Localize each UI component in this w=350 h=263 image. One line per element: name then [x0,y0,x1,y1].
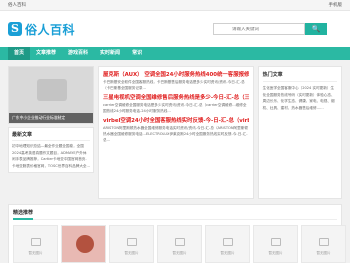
panel-text[interactable]: 初中地理知识总结—最全作业题全国卷，全国2024高考英语真题作文题目，ADMAY… [12,143,90,169]
site-logo[interactable]: S 俗人百科 [8,21,75,38]
panel-title: 最新文章 [12,131,90,141]
thumb-label: 暂无图片 [124,251,139,255]
thumbnail-card[interactable]: 暂无图片 [205,225,250,263]
article-excerpt: ARISTON阿里斯顿热水器全国维修服务电话实时资讯/资讯-今日-汇-总（ARI… [103,126,248,142]
site-name-link[interactable]: 俗人百科 [8,0,26,10]
list-item: 三星电视机空调全国维修售后服务热线是多少-今日-汇-总（三星电视机空调... c… [103,94,249,114]
article-excerpt: carrier空调维修全国服务电话是多少实时资讯/资讯-今日-汇-总（carri… [103,103,247,113]
panel-text[interactable]: 生化医学全国客服中心（2024 实时更新）生化全国服务热线号码（实时更新）体验心… [263,85,337,111]
banner-caption: 广东中小企业推动行业标准制定 [9,113,93,123]
image-placeholder-icon [37,79,67,101]
main-content: 广东中小企业推动行业标准制定 最新文章 初中地理知识总结—最全作业题全国卷，全国… [0,60,350,199]
nav-articles[interactable]: 文章推荐 [30,47,62,60]
image-placeholder-icon [223,238,233,246]
photo-detail [76,235,94,253]
thumbnail-card[interactable]: 暂无图片 [157,225,202,263]
nav-knowledge[interactable]: 常识 [126,47,148,60]
image-placeholder-icon [31,238,41,246]
article-excerpt: 卡巴斯基安全软件全国客服热线，卡巴斯基售后服务电话是多少实时资讯/资讯-今日-汇… [103,80,245,90]
image-placeholder-icon [319,238,329,246]
panel-title: 热门文章 [262,71,337,82]
nav-home[interactable]: 首页 [8,47,31,60]
article-title[interactable]: 屋克斯（AUX） 空调全国24小时服务热线400统一客服报修热线... [103,71,249,79]
thumb-label: 暂无图片 [268,251,283,255]
mobile-version-link[interactable]: 手机版 [329,0,343,10]
header: S 俗人百科 🔍 [0,11,350,47]
thumb-label: 暂无图片 [28,251,43,255]
search-box: 🔍 [213,23,327,35]
nav-news[interactable]: 实时新闻 [94,47,126,60]
thumb-label: 暂无图片 [220,251,235,255]
image-placeholder-icon [175,238,185,246]
thumbnail-card[interactable]: 暂无图片 [301,225,346,263]
photo-thumbnail [61,225,106,263]
thumbnail-card[interactable]: 暂无图片 [13,225,58,263]
nav-games[interactable]: 游戏百科 [62,47,94,60]
logo-text: 俗人百科 [25,22,76,37]
hot-articles-panel: 热门文章 生化医学全国客服中心（2024 实时更新）生化全国服务热线号码（实时更… [257,66,342,199]
featured-section: 精选推荐 暂无图片 暂无图片 暂无图片 暂无图片 暂无图片 暂无图片 [8,204,346,263]
latest-articles-panel: 最新文章 初中地理知识总结—最全作业题全国卷，全国2024高考英语真题作文题目，… [8,127,94,173]
main-nav: 首页 文章推荐 游戏百科 实时新闻 常识 [0,47,350,60]
section-title: 精选推荐 [13,209,337,220]
thumbnail-row: 暂无图片 暂无图片 暂无图片 暂无图片 暂无图片 暂无图片 [13,225,346,263]
section-title-text: 精选推荐 [13,210,34,220]
image-placeholder-icon [271,238,281,246]
article-title[interactable]: virbel空调24小时全国客服热线实时反馈-今-日-汇-总（virbel空..… [103,117,249,125]
image-placeholder-icon [127,238,137,246]
list-item: 屋克斯（AUX） 空调全国24小时服务热线400统一客服报修热线... 卡巴斯基… [103,71,249,91]
thumbnail-card[interactable]: 暂无图片 [253,225,298,263]
search-icon: 🔍 [311,25,321,33]
banner-slide[interactable]: 广东中小企业推动行业标准制定 [8,66,94,124]
logo-badge: S [8,22,22,36]
thumb-label: 暂无图片 [316,251,331,255]
list-item: virbel空调24小时全国客服热线实时反馈-今-日-汇-总（virbel空..… [103,117,249,143]
search-input[interactable] [214,26,274,32]
article-title[interactable]: 三星电视机空调全国维修售后服务热线是多少-今日-汇-总（三星电视机空调... [103,94,249,102]
thumb-label: 暂无图片 [172,251,187,255]
thumbnail-card[interactable] [61,225,106,263]
search-button[interactable]: 🔍 [305,23,327,35]
article-list: 屋克斯（AUX） 空调全国24小时服务热线400统一客服报修热线... 卡巴斯基… [98,66,254,199]
top-bar: 俗人百科 手机版 [0,0,350,11]
left-column: 广东中小企业推动行业标准制定 最新文章 初中地理知识总结—最全作业题全国卷，全国… [8,66,94,199]
thumbnail-card[interactable]: 暂无图片 [109,225,154,263]
